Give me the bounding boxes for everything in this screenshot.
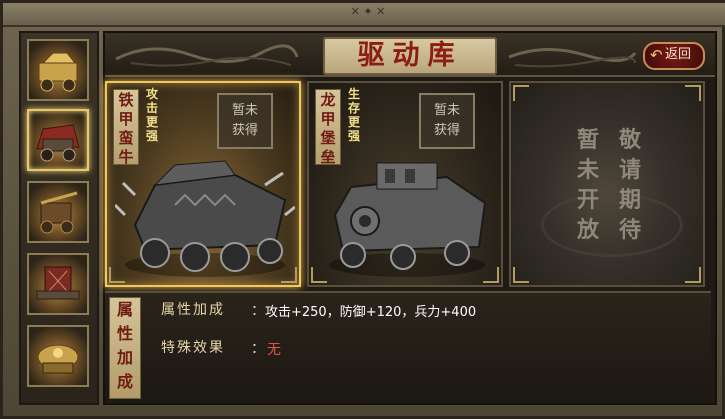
corner-ornament	[281, 267, 297, 283]
trait-char: 更	[145, 115, 158, 129]
status-line: 获得	[231, 123, 258, 138]
vehicle-list	[19, 31, 99, 405]
vehicle-card-dragon-fortress[interactable]: 龙 甲 堡 垒 生 存 更 强 暂未 获得	[307, 81, 503, 287]
back-button[interactable]: ↶ 返回	[643, 42, 705, 70]
page-title: 驱动库	[357, 40, 463, 71]
dragon-fortress-vehicle-image	[329, 162, 487, 277]
vehicle-name-char: 蛮	[118, 129, 134, 147]
window-top-bar: ✕ ✦ ✕	[3, 3, 725, 27]
dragon-ornament-left-icon	[115, 44, 299, 67]
label-char: 成	[116, 372, 133, 391]
not-obtained-badge: 暂未 获得	[217, 93, 273, 149]
trait-char: 生	[347, 87, 360, 101]
coming-soon-char: 开	[576, 187, 599, 213]
status-line: 暂未	[433, 103, 460, 118]
attribute-colon: ：	[251, 303, 265, 319]
vehicle-thumb-2[interactable]	[27, 109, 89, 171]
vehicle-name-char: 堡	[320, 129, 336, 147]
iron-ox-vehicle-image	[115, 160, 295, 277]
coming-soon-char: 待	[618, 217, 641, 243]
trait-char: 强	[347, 129, 360, 143]
golden-chariot-icon	[38, 52, 78, 92]
corner-ornament	[513, 267, 529, 283]
game-window: ✕ ✦ ✕ 驱动库 ↶ 返回 铁 甲 蛮 牛 攻 击 更 强 暂未 获得 龙 甲…	[0, 0, 725, 419]
top-ornament: ✕ ✦ ✕	[350, 5, 386, 18]
label-char: 属	[116, 300, 133, 319]
label-char: 加	[116, 348, 133, 367]
vehicle-thumb-1[interactable]	[27, 39, 89, 101]
special-effect-key: 特殊效果	[161, 340, 225, 356]
label-char: 性	[116, 324, 133, 343]
vehicle-thumb-5[interactable]	[27, 325, 89, 387]
title-band: 驱动库 ↶ 返回	[105, 33, 715, 77]
coming-soon-char: 敬	[618, 127, 641, 153]
coming-soon-text-col2: 敬 请 期 待	[615, 125, 645, 245]
vehicle-card-iron-ox[interactable]: 铁 甲 蛮 牛 攻 击 更 强 暂未 获得	[105, 81, 301, 287]
vehicle-name-char: 铁	[118, 91, 134, 109]
coming-soon-text-col1: 暂 未 开 放	[573, 125, 603, 245]
trait-char: 攻	[145, 87, 158, 101]
dragon-ornament-right-icon	[508, 47, 637, 68]
vehicle-trait-tag: 攻 击 更 强	[143, 87, 161, 143]
back-arrow-icon: ↶	[650, 46, 663, 64]
vehicle-trait-tag: 生 存 更 强	[345, 87, 363, 143]
empty-slot-ring	[541, 193, 683, 257]
corner-ornament	[685, 267, 701, 283]
corner-ornament	[483, 267, 499, 283]
attribute-bonus-value: 攻击+250，防御+120，兵力+400	[265, 305, 477, 320]
title-plate: 驱动库	[323, 37, 497, 75]
status-line: 暂未	[231, 103, 258, 118]
armored-cart-icon	[36, 266, 80, 300]
corner-ornament	[311, 267, 327, 283]
coming-soon-char: 放	[576, 217, 599, 243]
siege-cart-icon	[40, 191, 78, 234]
corner-ornament	[109, 267, 125, 283]
trait-char: 更	[347, 115, 360, 129]
golden-tank-icon	[37, 344, 79, 374]
attribute-bonus-key: 属性加成	[161, 302, 225, 318]
coming-soon-char: 未	[576, 157, 599, 183]
vehicle-name-char: 甲	[118, 110, 134, 128]
trait-char: 强	[145, 129, 158, 143]
trait-char: 存	[347, 101, 360, 115]
effect-colon: ：	[251, 341, 265, 357]
vehicle-thumb-4[interactable]	[27, 253, 89, 315]
vehicle-name-char: 甲	[320, 110, 336, 128]
attribute-bonus-label: 属 性 加 成	[109, 297, 141, 399]
vehicle-name-plate: 铁 甲 蛮 牛	[113, 89, 139, 166]
coming-soon-char: 请	[618, 157, 641, 183]
not-obtained-badge: 暂未 获得	[419, 93, 475, 149]
red-war-wagon-icon	[36, 124, 80, 162]
coming-soon-char: 期	[618, 187, 641, 213]
vehicle-name-char: 龙	[320, 91, 336, 109]
corner-ornament	[685, 85, 701, 101]
attribute-info-panel: 属 性 加 成 属性加成 ： 攻击+250，防御+120，兵力+400 特殊效果…	[105, 291, 711, 401]
coming-soon-slot: 暂 未 开 放 敬 请 期 待	[509, 81, 705, 287]
vehicle-thumb-3[interactable]	[27, 181, 89, 243]
special-effect-value: 无	[267, 342, 281, 358]
garage-panel: 驱动库 ↶ 返回 铁 甲 蛮 牛 攻 击 更 强 暂未 获得 龙 甲 堡 垒 生…	[103, 31, 717, 405]
vehicle-name-plate: 龙 甲 堡 垒	[315, 89, 341, 166]
coming-soon-char: 暂	[576, 127, 599, 153]
trait-char: 击	[145, 101, 158, 115]
back-button-label: 返回	[665, 47, 692, 62]
status-line: 获得	[433, 123, 460, 138]
corner-ornament	[513, 85, 529, 101]
